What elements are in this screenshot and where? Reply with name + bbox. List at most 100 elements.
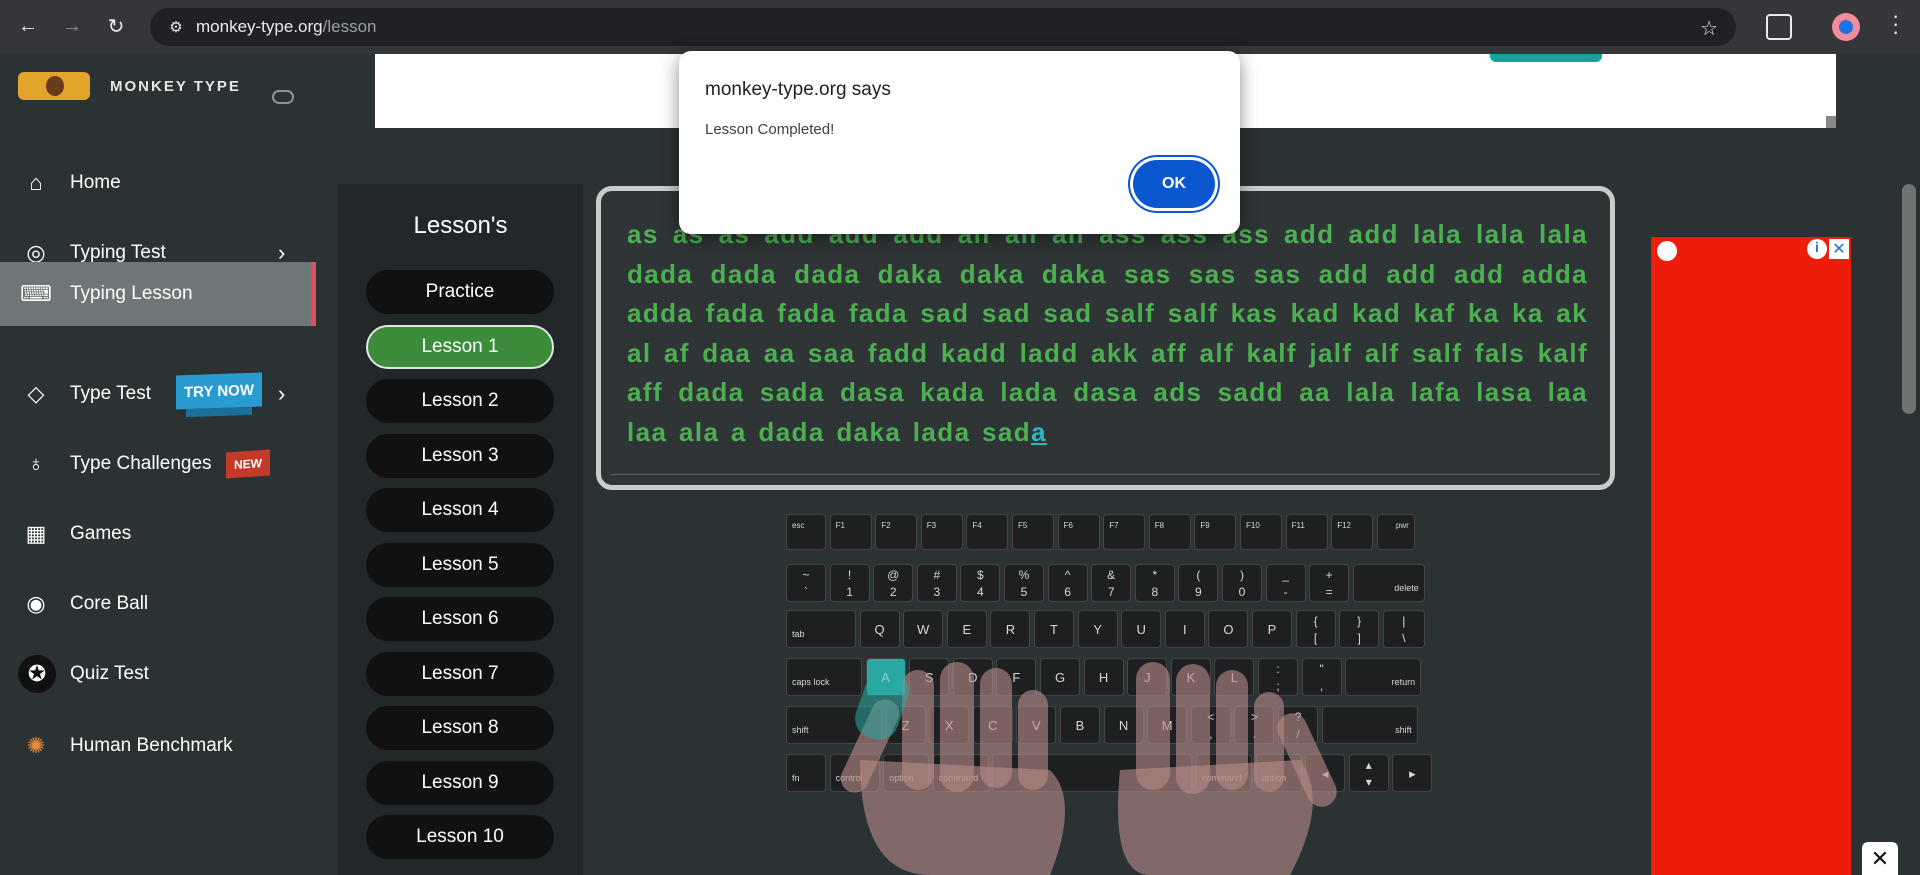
ad-info-icon[interactable]: i (1807, 239, 1827, 259)
key--[interactable]: - _ (1265, 564, 1306, 602)
key--[interactable]: ]} (1339, 610, 1380, 648)
key-shift[interactable]: shift (786, 706, 882, 744)
ad-cta-strip[interactable] (1490, 54, 1602, 62)
key-j[interactable]: J (1127, 658, 1168, 696)
key--[interactable]: , " (1301, 658, 1342, 696)
key-f12[interactable]: F12 (1331, 514, 1374, 550)
back-button[interactable]: ← (10, 8, 46, 44)
key-option[interactable]: option (1255, 754, 1302, 792)
key--[interactable]: , < (1190, 706, 1231, 744)
key--[interactable]: 0) (1222, 564, 1262, 602)
key-pwr[interactable]: pwr (1376, 514, 1415, 550)
key--[interactable]: ▾ ▴ (1348, 754, 1389, 792)
key--[interactable]: \ | (1382, 610, 1425, 648)
key-s[interactable]: S (909, 658, 950, 696)
key-n[interactable]: N (1103, 706, 1144, 744)
key-w[interactable]: W (903, 610, 944, 648)
theme-toggle[interactable] (272, 90, 294, 104)
key-f2[interactable]: F2 (875, 514, 918, 550)
adchoices-icon[interactable] (1657, 241, 1677, 261)
page-scrollbar[interactable] (1898, 54, 1920, 875)
key-l[interactable]: L (1214, 658, 1255, 696)
key-esc[interactable]: esc (786, 514, 826, 550)
lesson-10-button[interactable]: Lesson 10 (366, 815, 554, 859)
site-info-icon[interactable]: ⚙ (156, 18, 196, 36)
forward-button[interactable]: → (54, 8, 90, 44)
key-shift[interactable]: shift (1321, 706, 1418, 744)
key-g[interactable]: G (1040, 658, 1080, 696)
key-option[interactable]: option (883, 754, 930, 792)
extensions-icon[interactable] (1766, 14, 1792, 40)
lesson-1-button[interactable]: Lesson 1 (366, 325, 554, 369)
lesson-5-button[interactable]: Lesson 5 (366, 543, 554, 587)
key--[interactable]: 5% (1004, 564, 1044, 602)
lesson-8-button[interactable]: Lesson 8 (366, 706, 554, 750)
key-f4[interactable]: F4 (966, 514, 1009, 550)
key--[interactable]: 7 & (1091, 564, 1132, 602)
address-bar[interactable]: ⚙ monkey-type.org/lesson ☆ (150, 8, 1736, 46)
site-logo[interactable]: MONKEY TYPE (18, 72, 241, 100)
key-i[interactable]: I (1164, 610, 1205, 648)
key--[interactable]: 2 @ (873, 564, 914, 602)
key--[interactable]: 6 ^ (1047, 564, 1088, 602)
key-y[interactable]: Y (1077, 610, 1118, 648)
key-f[interactable]: F (996, 658, 1037, 696)
key-delete[interactable]: delete (1352, 564, 1425, 602)
lesson-3-button[interactable]: Lesson 3 (366, 434, 554, 478)
lesson-2-button[interactable]: Lesson 2 (366, 379, 554, 423)
ad-close-icon[interactable]: ✕ (1829, 239, 1849, 259)
ok-button[interactable]: OK (1133, 160, 1215, 208)
key-x[interactable]: X (929, 706, 970, 744)
key-o[interactable]: O (1208, 610, 1249, 648)
key-caps-lock[interactable]: caps lock (786, 658, 862, 696)
sidebar-item-quiz-test[interactable]: ✪ Quiz Test (0, 642, 316, 706)
key--[interactable]: [{ (1295, 610, 1336, 648)
key--[interactable]: 8 * (1134, 564, 1175, 602)
sidebar-item-type-challenges[interactable]: ♁ Type Challenges NEW (0, 432, 316, 496)
key-f11[interactable]: F11 (1285, 514, 1328, 550)
key-a[interactable]: A (865, 658, 906, 696)
sidebar-item-typing-lesson[interactable]: ⌨ Typing Lesson (0, 262, 316, 326)
key--[interactable]: = + (1309, 564, 1350, 602)
key-f1[interactable]: F1 (829, 514, 872, 550)
right-ad-banner[interactable]: i ✕ (1651, 237, 1851, 875)
key--[interactable]: 4 $ (960, 564, 1001, 602)
key-f10[interactable]: F10 (1240, 514, 1282, 550)
key--[interactable]: ` ~ (786, 564, 826, 602)
lesson-4-button[interactable]: Lesson 4 (366, 488, 554, 532)
key-t[interactable]: T (1034, 610, 1074, 648)
key-u[interactable]: U (1121, 610, 1162, 648)
key-e[interactable]: E (946, 610, 987, 648)
key-q[interactable]: Q (859, 610, 900, 648)
key-f3[interactable]: F3 (920, 514, 963, 550)
key-b[interactable]: B (1060, 706, 1100, 744)
lesson-9-button[interactable]: Lesson 9 (366, 761, 554, 805)
sidebar-item-type-test[interactable]: ◇ Type Test TRY NOW › (0, 362, 316, 426)
lesson-6-button[interactable]: Lesson 6 (366, 597, 554, 641)
sidebar-item-home[interactable]: ⌂ Home (0, 151, 316, 215)
key-p[interactable]: P (1252, 610, 1292, 648)
key--[interactable]: 9( (1178, 564, 1219, 602)
key--[interactable]: 3 # (916, 564, 957, 602)
lesson-7-button[interactable]: Lesson 7 (366, 652, 554, 696)
reload-button[interactable]: ↻ (98, 8, 134, 44)
sidebar-item-games[interactable]: ▦ Games (0, 502, 316, 566)
key--[interactable]: ;: (1258, 658, 1298, 696)
profile-avatar[interactable] (1832, 13, 1860, 41)
key-d[interactable]: D (952, 658, 993, 696)
browser-menu-icon[interactable]: · · · (1892, 5, 1899, 43)
key-command[interactable]: command (932, 754, 989, 792)
key-r[interactable]: R (990, 610, 1031, 648)
key-v[interactable]: V (1016, 706, 1057, 744)
key-f8[interactable]: F8 (1148, 514, 1191, 550)
key-m[interactable]: M (1147, 706, 1188, 744)
key-f7[interactable]: F7 (1103, 514, 1146, 550)
key-h[interactable]: H (1083, 658, 1124, 696)
key-command[interactable]: command (1196, 754, 1252, 792)
key-space[interactable] (992, 754, 1193, 792)
key--[interactable]: /? (1278, 706, 1318, 744)
try-now-badge[interactable]: TRY NOW (176, 372, 262, 410)
key-fn[interactable]: fn (786, 754, 826, 792)
key--[interactable]: 1! (829, 564, 870, 602)
scrollbar-thumb[interactable] (1902, 184, 1916, 414)
